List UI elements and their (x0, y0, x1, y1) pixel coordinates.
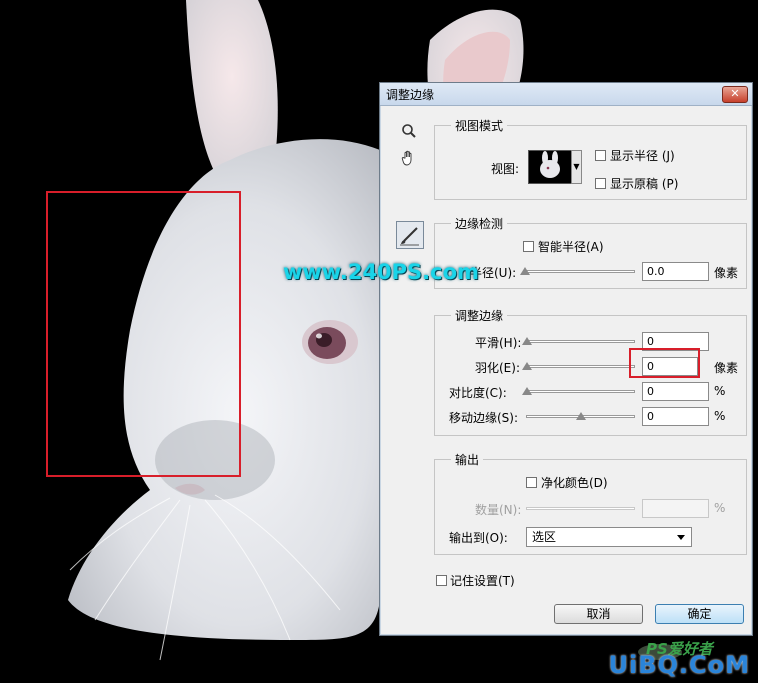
radius-slider-track[interactable] (523, 270, 635, 273)
amount-slider-track (526, 507, 635, 510)
contrast-slider-track[interactable] (526, 390, 635, 393)
decontaminate-label: 净化颜色(D) (541, 476, 608, 490)
feather-slider-track[interactable] (526, 365, 635, 368)
adjust-edge-label: 调整边缘 (451, 307, 508, 324)
watermark-240ps: www.240PS.com (283, 260, 479, 284)
output-to-value: 选区 (532, 530, 557, 544)
shift-edge-input[interactable]: 0 (642, 407, 709, 426)
zoom-icon[interactable] (398, 123, 420, 145)
decontaminate-checkbox[interactable] (526, 477, 537, 488)
show-radius-label: 显示半径 (J) (610, 149, 675, 163)
show-original-checkbox[interactable] (595, 178, 606, 189)
output-to-label: 输出到(O): (449, 531, 508, 545)
smooth-slider-thumb[interactable] (522, 337, 532, 345)
radius-unit: 像素 (714, 266, 739, 280)
output-group: 输出 净化颜色(D) 数量(N): % 输出到(O): 选区 (434, 451, 747, 555)
view-mode-group: 视图模式 视图: ▼ 显示半径 (J) 显示原稿 (P) (434, 117, 747, 200)
title-bar[interactable]: 调整边缘 ✕ (380, 83, 752, 106)
feather-unit: 像素 (714, 361, 739, 375)
smart-radius-label: 智能半径(A) (538, 240, 604, 254)
edge-detection-label: 边缘检测 (451, 215, 508, 232)
radius-slider-thumb[interactable] (520, 267, 530, 275)
contrast-label: 对比度(C): (449, 386, 507, 400)
hand-icon[interactable] (398, 149, 420, 171)
contrast-unit: % (714, 384, 726, 398)
red-highlight-rect-face (46, 191, 241, 477)
close-icon: ✕ (730, 87, 740, 100)
show-original-label: 显示原稿 (P) (610, 177, 679, 191)
watermark-uibq: UiBQ.CoM (608, 651, 750, 679)
adjust-edge-group: 调整边缘 平滑(H): 0 羽化(E): 0 像素 对比度(C): 0 % 移动… (434, 307, 747, 436)
output-to-select[interactable]: 选区 (526, 527, 692, 547)
smart-radius-checkbox[interactable] (523, 241, 534, 252)
shift-edge-label: 移动边缘(S): (449, 411, 519, 425)
remember-settings-checkbox[interactable] (436, 575, 447, 586)
view-thumbnail[interactable] (528, 150, 572, 184)
feather-slider-thumb[interactable] (522, 362, 532, 370)
radius-input[interactable]: 0.0 (642, 262, 709, 281)
smooth-slider-track[interactable] (526, 340, 635, 343)
red-highlight-rect-feather (629, 348, 700, 378)
view-mode-label: 视图模式 (451, 117, 508, 134)
show-radius-checkbox[interactable] (595, 150, 606, 161)
ok-button[interactable]: 确定 (655, 604, 744, 624)
amount-label: 数量(N): (475, 503, 522, 517)
chevron-down-icon (677, 535, 685, 540)
cancel-button[interactable]: 取消 (554, 604, 643, 624)
refine-radius-brush-icon[interactable] (396, 221, 424, 249)
shift-edge-slider-thumb[interactable] (575, 412, 586, 420)
amount-unit: % (714, 501, 726, 515)
remember-settings-label: 记住设置(T) (450, 574, 515, 588)
view-label: 视图: (491, 162, 520, 176)
amount-input (642, 499, 709, 518)
smooth-label: 平滑(H): (475, 336, 522, 350)
dialog-title: 调整边缘 (386, 88, 435, 102)
view-dropdown-arrow[interactable]: ▼ (571, 150, 582, 184)
edge-detection-group: 边缘检测 智能半径(A) 半径(U): 0.0 像素 (434, 215, 747, 289)
contrast-slider-thumb[interactable] (522, 387, 532, 395)
shift-edge-unit: % (714, 409, 726, 423)
close-button[interactable]: ✕ (722, 86, 748, 103)
output-label: 输出 (451, 451, 484, 468)
feather-label: 羽化(E): (475, 361, 520, 375)
contrast-input[interactable]: 0 (642, 382, 709, 401)
